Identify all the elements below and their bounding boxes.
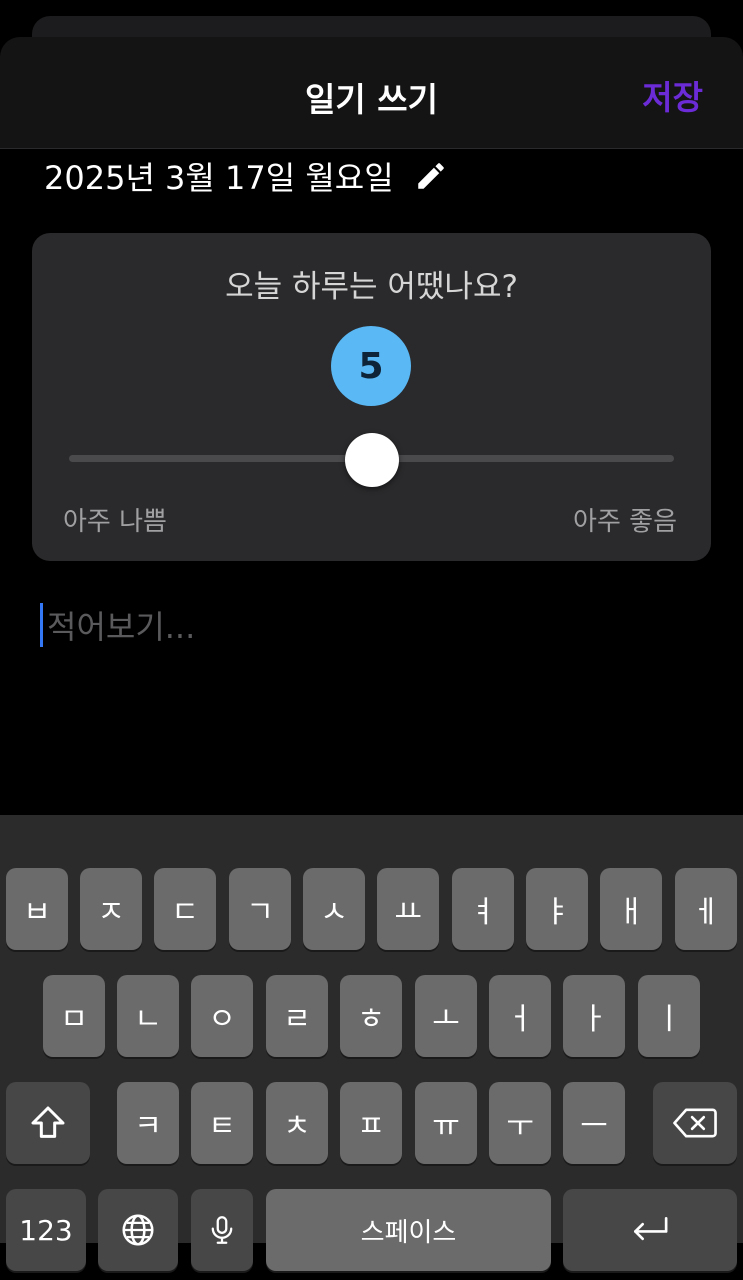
text-caret: [40, 603, 43, 647]
date-text: 2025년 3월 17일 월요일: [44, 159, 394, 197]
key[interactable]: ㄷ: [154, 868, 216, 950]
mic-key[interactable]: [191, 1189, 253, 1271]
key[interactable]: ㄴ: [117, 975, 179, 1057]
return-key[interactable]: [563, 1189, 737, 1271]
key[interactable]: ㅑ: [526, 868, 588, 950]
mood-min-label: 아주 나쁨: [63, 507, 167, 537]
numbers-key[interactable]: 123: [6, 1189, 86, 1271]
key[interactable]: ㄱ: [229, 868, 291, 950]
page-title: 일기 쓰기: [305, 80, 438, 119]
key[interactable]: ㅡ: [563, 1082, 625, 1164]
save-button[interactable]: 저장: [642, 71, 703, 119]
key[interactable]: ㅠ: [415, 1082, 477, 1164]
key[interactable]: ㅍ: [340, 1082, 402, 1164]
key[interactable]: ㅎ: [340, 975, 402, 1057]
note-placeholder: 적어보기...: [47, 608, 196, 646]
key[interactable]: ㅂ: [6, 868, 68, 950]
key[interactable]: ㅛ: [377, 868, 439, 950]
key[interactable]: ㅊ: [266, 1082, 328, 1164]
globe-key[interactable]: [98, 1189, 178, 1271]
key[interactable]: ㅐ: [600, 868, 662, 950]
key[interactable]: ㅈ: [80, 868, 142, 950]
key[interactable]: ㄹ: [266, 975, 328, 1057]
mic-icon: [205, 1211, 239, 1249]
key[interactable]: ㅗ: [415, 975, 477, 1057]
key[interactable]: ㅁ: [43, 975, 105, 1057]
return-icon: [628, 1213, 672, 1247]
date-row: 2025년 3월 17일 월요일: [44, 154, 448, 198]
nav-bar: 일기 쓰기 저장: [0, 37, 743, 149]
shift-key[interactable]: [6, 1082, 90, 1164]
space-key[interactable]: 스페이스: [266, 1189, 551, 1271]
key[interactable]: ㅔ: [675, 868, 737, 950]
mood-value-badge: 5: [331, 326, 411, 406]
key[interactable]: ㅜ: [489, 1082, 551, 1164]
pencil-icon[interactable]: [414, 159, 448, 193]
key[interactable]: ㅌ: [191, 1082, 253, 1164]
key[interactable]: ㅕ: [452, 868, 514, 950]
delete-icon: [673, 1106, 717, 1140]
shift-icon: [28, 1103, 68, 1143]
globe-icon: [119, 1211, 157, 1249]
key[interactable]: ㅏ: [563, 975, 625, 1057]
key[interactable]: ㅓ: [489, 975, 551, 1057]
mood-question: 오늘 하루는 어땠나요?: [225, 269, 518, 305]
key[interactable]: ㅋ: [117, 1082, 179, 1164]
keyboard: ㅂ ㅈ ㄷ ㄱ ㅅ ㅛ ㅕ ㅑ ㅐ ㅔ ㅁ ㄴ ㅇ ㄹ ㅎ ㅗ ㅓ ㅏ ㅣ ㅋ …: [0, 815, 743, 1271]
mood-max-label: 아주 좋음: [573, 507, 677, 537]
diary-screen: 일기 쓰기 저장 2025년 3월 17일 월요일 오늘 하루는 어땠나요? 5…: [0, 0, 743, 1280]
mood-slider-thumb[interactable]: [344, 433, 399, 487]
delete-key[interactable]: [653, 1082, 737, 1164]
key[interactable]: ㅇ: [191, 975, 253, 1057]
note-input[interactable]: 적어보기...: [40, 600, 700, 650]
key[interactable]: ㅅ: [303, 868, 365, 950]
mood-card: 오늘 하루는 어땠나요? 5 아주 나쁨 아주 좋음: [32, 233, 711, 561]
key[interactable]: ㅣ: [638, 975, 700, 1057]
